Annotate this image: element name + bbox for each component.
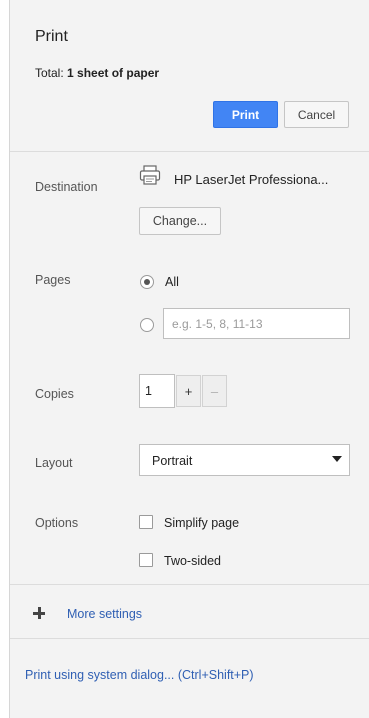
pages-label: Pages	[35, 273, 71, 287]
change-destination-button[interactable]: Change...	[139, 207, 221, 235]
chevron-down-icon	[332, 456, 342, 462]
two-sided-label: Two-sided	[164, 554, 221, 568]
copies-label: Copies	[35, 387, 74, 401]
print-header: Print Total: 1 sheet of paper Print Canc…	[10, 0, 369, 151]
layout-label: Layout	[35, 456, 73, 470]
printer-icon	[139, 165, 161, 185]
sheet-summary: Total: 1 sheet of paper	[35, 66, 159, 80]
print-button[interactable]: Print	[213, 101, 278, 128]
pages-range-radio[interactable]	[140, 318, 154, 332]
system-dialog-link[interactable]: Print using system dialog... (Ctrl+Shift…	[25, 668, 254, 682]
destination-label: Destination	[35, 180, 98, 194]
printer-name: HP LaserJet Professiona...	[174, 172, 329, 187]
two-sided-checkbox[interactable]	[139, 553, 153, 567]
summary-prefix: Total:	[35, 66, 68, 80]
options-divider	[10, 584, 369, 585]
pages-range-input[interactable]	[163, 308, 350, 339]
simplify-page-checkbox[interactable]	[139, 515, 153, 529]
print-preview-sidebar: Print Total: 1 sheet of paper Print Canc…	[9, 0, 369, 718]
options-label: Options	[35, 516, 79, 530]
cancel-button[interactable]: Cancel	[284, 101, 349, 128]
pages-all-label: All	[165, 275, 179, 289]
copies-increment-button[interactable]: +	[176, 375, 201, 407]
copies-input[interactable]: 1	[139, 374, 175, 408]
page-title: Print	[35, 28, 68, 45]
more-settings-divider	[10, 638, 369, 639]
simplify-page-label: Simplify page	[164, 516, 240, 530]
copies-decrement-button[interactable]: –	[202, 375, 227, 407]
pages-all-radio[interactable]	[140, 275, 154, 289]
plus-icon[interactable]	[33, 607, 45, 619]
summary-value: 1 sheet of paper	[67, 66, 160, 80]
layout-select[interactable]: Portrait	[139, 444, 350, 476]
more-settings-link[interactable]: More settings	[67, 607, 142, 621]
header-divider	[10, 151, 369, 152]
